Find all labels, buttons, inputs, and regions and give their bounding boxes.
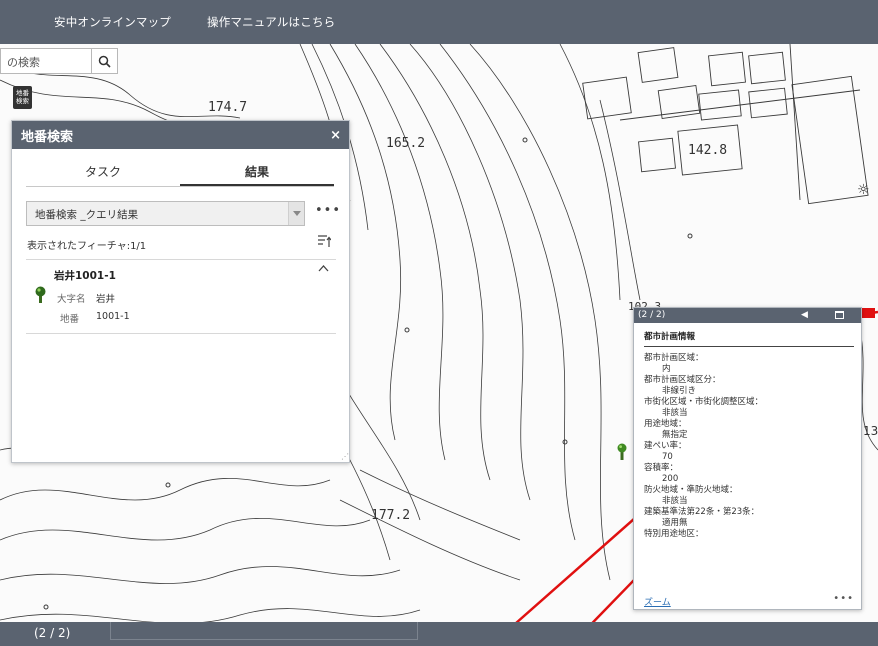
panel-header: 地番検索 × xyxy=(12,121,349,149)
app-title[interactable]: 安中オンラインマップ xyxy=(54,14,171,30)
attr-value-lot: 1001-1 xyxy=(96,311,130,322)
popup-content: 都市計画情報 都市計画区域： 内 都市計画区域区分： 非線引き 市街化区域・市街… xyxy=(644,330,854,592)
popup-field-value: 内 xyxy=(662,364,671,374)
feature-info-popup: (2 / 2) ◀ 都市計画情報 都市計画区域： 内 都市計画区域区分： 非線引… xyxy=(633,307,862,610)
popup-more-button[interactable]: ••• xyxy=(833,593,854,604)
popup-counter: (2 / 2) xyxy=(638,310,666,320)
resize-grip-icon[interactable]: ⋰ xyxy=(341,452,349,461)
tab-results[interactable]: 結果 xyxy=(180,159,334,186)
panel-tabs: タスク 結果 xyxy=(26,159,334,187)
close-icon[interactable]: × xyxy=(330,128,341,143)
attr-label-oaza: 大字名 xyxy=(57,294,86,305)
result-layer-select[interactable]: 地番検索 _クエリ結果 xyxy=(26,201,305,226)
app-header: 安中オンラインマップ 操作マニュアルはこちら xyxy=(0,0,878,44)
popup-field-label: 特別用途地区： xyxy=(644,529,704,539)
attr-label-lot: 地番 xyxy=(60,314,80,325)
elevation-label: 174.7 xyxy=(208,100,248,115)
bottom-counter: (2 / 2) xyxy=(34,626,71,640)
popup-field-label: 建ぺい率： xyxy=(644,441,687,451)
lot-search-button-label: 地番 xyxy=(16,89,29,97)
popup-field-value: 非該当 xyxy=(662,408,688,418)
popup-field-value: 70 xyxy=(662,452,673,462)
elevation-label: 177.2 xyxy=(371,508,411,523)
panel-title: 地番検索 xyxy=(21,129,74,145)
popup-field-label: 防火地域・準防火地域： xyxy=(644,485,738,495)
divider xyxy=(26,333,336,334)
result-layer-select-value: 地番検索 _クエリ結果 xyxy=(35,209,139,221)
popup-header: (2 / 2) ◀ xyxy=(634,308,861,323)
popup-field-label: 建築基準法第22条・第23条： xyxy=(644,507,760,517)
divider xyxy=(26,259,336,260)
popup-field-label: 都市計画区域： xyxy=(644,353,704,363)
result-item-title[interactable]: 岩井1001-1 xyxy=(54,268,116,283)
zoom-link[interactable]: ズーム xyxy=(644,595,671,608)
lot-search-button-label: 検索 xyxy=(16,97,29,105)
sort-icon[interactable] xyxy=(318,235,331,248)
popup-field-value: 200 xyxy=(662,474,679,484)
popup-field-label: 都市計画区域区分： xyxy=(644,375,721,385)
tab-task[interactable]: タスク xyxy=(26,159,180,186)
bottom-popup-bar: (2 / 2) xyxy=(0,622,878,646)
popup-section-title: 都市計画情報 xyxy=(644,330,854,347)
gear-icon[interactable]: ☼ xyxy=(857,182,870,198)
popup-field-label: 市街化区域・市街化調整区域： xyxy=(644,397,764,407)
chevron-down-icon xyxy=(288,202,304,225)
bottom-bar-frame xyxy=(110,622,418,640)
search-input[interactable]: の検索 xyxy=(0,48,92,74)
more-options-button[interactable]: ••• xyxy=(315,203,341,218)
previous-feature-icon[interactable]: ◀ xyxy=(801,308,808,323)
search-button[interactable] xyxy=(92,48,118,74)
lot-search-widget-button[interactable]: 地番 検索 xyxy=(13,86,32,109)
popup-footer: ズーム ••• xyxy=(644,593,856,609)
popup-field-value: 無指定 xyxy=(662,430,688,440)
feature-count: 表示されたフィーチャ:1/1 xyxy=(27,241,147,252)
map-pin-icon xyxy=(35,286,46,303)
popup-field-value: 非該当 xyxy=(662,496,688,506)
elevation-label: 13 xyxy=(863,424,878,438)
elevation-label: 165.2 xyxy=(386,136,426,151)
attr-value-oaza: 岩井 xyxy=(96,294,116,305)
popup-field-label: 容積率： xyxy=(644,463,679,473)
lot-search-panel: 地番検索 × タスク 結果 地番検索 _クエリ結果 ••• 表示されたフィーチャ… xyxy=(11,120,350,463)
popup-field-label: 用途地域： xyxy=(644,419,687,429)
manual-link[interactable]: 操作マニュアルはこちら xyxy=(207,14,335,30)
elevation-label: 142.8 xyxy=(688,143,728,158)
maximize-icon[interactable] xyxy=(835,311,844,319)
chevron-up-icon[interactable] xyxy=(318,265,329,272)
map-pin-icon[interactable] xyxy=(617,443,627,461)
popup-field-value: 適用無 xyxy=(662,518,688,528)
popup-field-value: 非線引き xyxy=(662,386,697,396)
search-icon xyxy=(98,55,111,68)
